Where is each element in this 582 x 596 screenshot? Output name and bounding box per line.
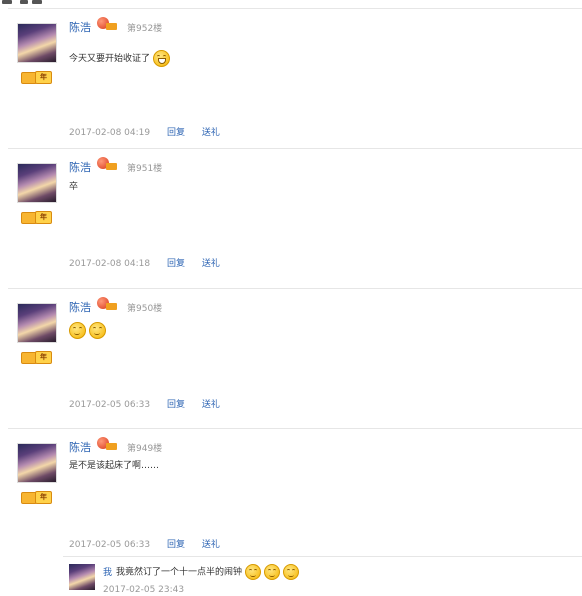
badge-label: 年: [35, 351, 52, 364]
pout-emoji-icon: [244, 564, 261, 580]
reply-link[interactable]: 回复: [167, 128, 185, 138]
gift-link[interactable]: 送礼: [202, 400, 220, 410]
post-time: 2017-02-08 04:18: [69, 259, 151, 269]
username[interactable]: 陈浩: [69, 439, 91, 455]
level-icon: [97, 17, 117, 31]
post-meta: 2017-02-08 04:19 回复 送礼: [69, 125, 220, 138]
post-content: 卒: [69, 180, 78, 194]
header-fragment: [20, 0, 28, 4]
post-meta: 2017-02-05 06:33 回复 送礼: [69, 537, 220, 550]
level-icon: [97, 437, 117, 451]
post-meta: 2017-02-05 06:33 回复 送礼: [69, 397, 220, 410]
year-badge: 年: [21, 351, 52, 364]
post-time: 2017-02-05 06:33: [69, 540, 151, 550]
post-text: 卒: [69, 182, 79, 192]
reply-link[interactable]: 回复: [167, 540, 185, 550]
header-fragment: [32, 0, 42, 4]
username[interactable]: 陈浩: [69, 299, 91, 315]
post-time: 2017-02-08 04:19: [69, 128, 151, 138]
sub-reply-separator: [63, 556, 582, 557]
year-badge: 年: [21, 491, 52, 504]
post-separator: [8, 288, 582, 289]
post-time: 2017-02-05 06:33: [69, 400, 151, 410]
post-content: [69, 322, 109, 339]
level-icon: [97, 297, 117, 311]
gift-link[interactable]: 送礼: [202, 540, 220, 550]
post-separator: [8, 148, 582, 149]
floor-number: 第951楼: [127, 164, 163, 174]
post-content: 是不是该起床了啊……: [69, 459, 159, 473]
top-partial-header: [0, 0, 582, 6]
avatar[interactable]: [17, 303, 57, 343]
pout-emoji-icon: [282, 564, 299, 580]
pout-emoji-icon: [263, 564, 280, 580]
sub-reply: 我我竟然订了一个十一点半的闹钟 2017-02-05 23:43: [63, 556, 582, 596]
post-950: 年 陈浩 第950楼 2017-02-05 06:33 回复 送礼: [0, 288, 582, 428]
badge-label: 年: [35, 71, 52, 84]
reply-link[interactable]: 回复: [167, 400, 185, 410]
post-separator: [8, 428, 582, 429]
year-badge: 年: [21, 71, 52, 84]
floor-number: 第950楼: [127, 304, 163, 314]
reply-link[interactable]: 回复: [167, 259, 185, 269]
username[interactable]: 陈浩: [69, 19, 91, 35]
avatar[interactable]: [17, 23, 57, 63]
post-text: 是不是该起床了啊……: [69, 461, 160, 471]
post-952: 年 陈浩 第952楼 今天又要开始收证了 2017-02-08 04:19 回复…: [0, 8, 582, 148]
sub-reply-avatar[interactable]: [69, 564, 95, 590]
sub-reply-username[interactable]: 我: [103, 568, 112, 578]
floor-number: 第952楼: [127, 24, 163, 34]
post-separator: [8, 8, 582, 9]
avatar[interactable]: [17, 163, 57, 203]
gift-link[interactable]: 送礼: [202, 128, 220, 138]
sub-reply-content: 我我竟然订了一个十一点半的闹钟: [103, 564, 302, 581]
post-949: 年 陈浩 第949楼 是不是该起床了啊…… 2017-02-05 06:33 回…: [0, 428, 582, 568]
level-icon: [97, 157, 117, 171]
header-fragment: [2, 0, 12, 4]
floor-number: 第949楼: [127, 444, 163, 454]
post-951: 年 陈浩 第951楼 卒 2017-02-08 04:18 回复 送礼: [0, 148, 582, 288]
badge-label: 年: [35, 491, 52, 504]
pout-emoji-icon: [69, 322, 86, 339]
year-badge: 年: [21, 211, 52, 224]
post-meta: 2017-02-08 04:18 回复 送礼: [69, 256, 220, 269]
pout-emoji-icon: [89, 322, 106, 339]
grin-emoji-icon: [152, 50, 170, 67]
post-content: 今天又要开始收证了: [69, 50, 173, 67]
sub-reply-time: 2017-02-05 23:43: [103, 585, 185, 595]
gift-link[interactable]: 送礼: [202, 259, 220, 269]
avatar[interactable]: [17, 443, 57, 483]
username[interactable]: 陈浩: [69, 159, 91, 175]
badge-label: 年: [35, 211, 52, 224]
post-text: 今天又要开始收证了: [69, 54, 151, 64]
sub-reply-text: 我竟然订了一个十一点半的闹钟: [116, 567, 243, 578]
